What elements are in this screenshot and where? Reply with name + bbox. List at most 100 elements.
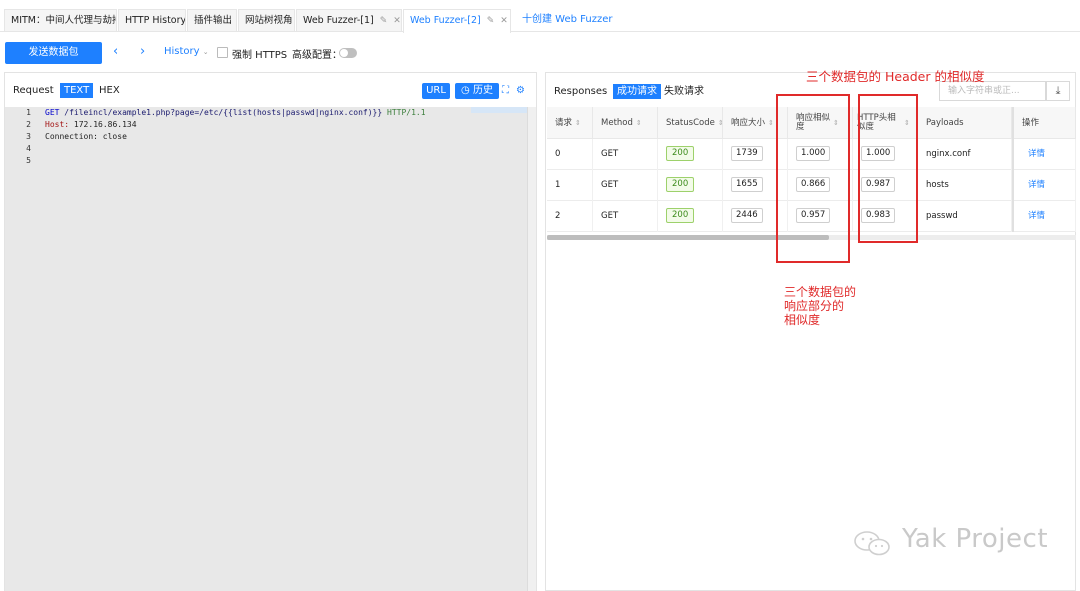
col-request[interactable]: 请求 ⇕ [547,107,593,139]
cell-request-id: 0 [547,139,593,170]
gear-icon[interactable]: ⚙ [516,85,525,96]
request-editor[interactable]: 1 2 3 4 5 GET /fileincl/example1.php?pag… [5,107,536,591]
code-line-3: Connection: close [45,132,127,141]
cell-payload: hosts [918,170,1012,201]
history-button-label: 历史 [472,85,493,96]
clock-icon: ◷ [461,85,470,96]
size-value: 2446 [731,208,763,223]
cell-request-id: 2 [547,201,593,232]
code-line-1: GET /fileincl/example1.php?page=/etc/{{l… [45,108,426,117]
responses-title: Responses [554,86,608,97]
chevron-down-icon: ⌄ [202,48,209,56]
col-actions: 操作 [1012,107,1076,139]
force-https-checkbox[interactable] [217,47,228,58]
line-number: 4 [26,144,31,153]
cell-request-id: 1 [547,170,593,201]
close-icon[interactable]: ✕ [500,16,508,26]
hex-mode-tab[interactable]: HEX [95,83,124,98]
tab-label: 网站树视角 [245,15,293,26]
history-dropdown[interactable]: History ⌄ [164,46,209,57]
history-label: History [164,46,200,57]
response-search-input[interactable]: 输入字符串或正... [939,81,1046,101]
history-button[interactable]: ◷ 历史 [455,83,499,99]
cell-status: 200 [658,201,723,232]
cell-method: GET [593,139,658,170]
force-https-label: 强制 HTTPS [232,50,288,61]
header-similarity-highlight-box [858,94,918,243]
watermark-text: Yak Project [902,524,1049,554]
new-web-fuzzer-tab[interactable]: 十创建 Web Fuzzer [522,9,612,31]
col-status-code[interactable]: StatusCode ⇕ [658,107,724,139]
status-badge: 200 [666,208,695,223]
cell-status: 200 [658,139,723,170]
cell-payload: nginx.conf [918,139,1012,170]
line-number: 5 [26,156,31,165]
expand-icon[interactable]: ⛶ [502,85,509,96]
tab-bar: MITM：中间人代理与劫持 HTTP History 插件输出 网站树视角 We… [0,8,1080,33]
tab-failed-requests[interactable]: 失败请求 [660,84,708,99]
code-line-2: Host: 172.16.86.134 [45,120,137,129]
cell-payload: passwd [918,201,1012,232]
back-arrow-icon[interactable]: ‹ [113,44,118,60]
request-title: Request [13,85,54,96]
col-method[interactable]: Method ⇕ [593,107,658,139]
request-path: /fileincl/example1.php?page=/etc/{{list(… [64,108,383,117]
advanced-config-label: 高级配置： [292,50,342,61]
cell-method: GET [593,170,658,201]
body-similarity-highlight-box [776,94,850,263]
header-value: 172.16.86.134 [73,120,137,129]
col-label: 请求 [555,117,573,128]
header-similarity-annotation: 三个数据包的 Header 的相似度 [806,69,985,84]
tab-http-history[interactable]: HTTP History [118,9,186,31]
close-icon[interactable]: ✕ [393,16,401,26]
details-link[interactable]: 详情 [1012,201,1076,232]
status-badge: 200 [666,177,695,192]
header-key: Host: [45,120,70,129]
selection-highlight [471,107,527,113]
details-link[interactable]: 详情 [1012,139,1076,170]
wechat-logo-icon [854,531,890,556]
sort-icon[interactable]: ⇕ [768,119,774,128]
size-value: 1739 [731,146,763,161]
advanced-config-toggle[interactable] [339,48,357,58]
col-label: Method [601,117,633,128]
text-mode-tab[interactable]: TEXT [60,83,94,98]
size-value: 1655 [731,177,763,192]
tab-mitm[interactable]: MITM：中间人代理与劫持 [4,9,117,31]
tab-site-tree[interactable]: 网站树视角 [238,9,295,31]
line-number: 1 [26,108,31,117]
line-number: 2 [26,120,31,129]
cell-status: 200 [658,170,723,201]
forward-arrow-icon[interactable]: › [140,44,145,60]
body-similarity-annotation-1: 三个数据包的 [784,285,857,299]
col-payloads: Payloads [918,107,1012,139]
sort-icon[interactable]: ⇕ [636,119,642,128]
col-label: 响应大小 [731,117,766,128]
edit-icon[interactable]: ✎ [380,16,388,26]
tab-label: Web Fuzzer-[2] [410,15,481,26]
request-panel: Request TEXT HEX URL ◷ 历史 ⛶ ⚙ 1 2 3 4 5 … [4,72,537,591]
cell-method: GET [593,201,658,232]
tab-web-fuzzer-2[interactable]: Web Fuzzer-[2] ✎ ✕ [403,9,511,33]
sort-icon[interactable]: ⇕ [575,119,581,128]
details-link[interactable]: 详情 [1012,170,1076,201]
url-button[interactable]: URL [422,83,450,99]
tab-web-fuzzer-1[interactable]: Web Fuzzer-[1] ✎ ✕ [296,9,402,31]
line-number: 3 [26,132,31,141]
tab-label: Web Fuzzer-[1] [303,15,374,26]
download-icon[interactable]: ⤓ [1046,81,1070,101]
tab-label: MITM：中间人代理与劫持 [11,15,117,26]
edit-icon[interactable]: ✎ [487,16,495,26]
http-protocol: HTTP/1.1 [387,108,426,117]
body-similarity-annotation-2: 响应部分的 [784,299,845,313]
tab-success-requests[interactable]: 成功请求 [613,84,661,99]
http-method: GET [45,108,60,117]
send-packet-button[interactable]: 发送数据包 [5,42,102,64]
status-badge: 200 [666,146,695,161]
line-number-gutter: 1 2 3 4 5 [5,107,37,591]
tab-plugin-output[interactable]: 插件输出 [187,9,237,31]
tab-label: HTTP History [125,15,186,26]
editor-scrollbar[interactable] [527,107,536,591]
col-label: StatusCode [666,117,715,128]
body-similarity-annotation-3: 相似度 [784,313,821,327]
